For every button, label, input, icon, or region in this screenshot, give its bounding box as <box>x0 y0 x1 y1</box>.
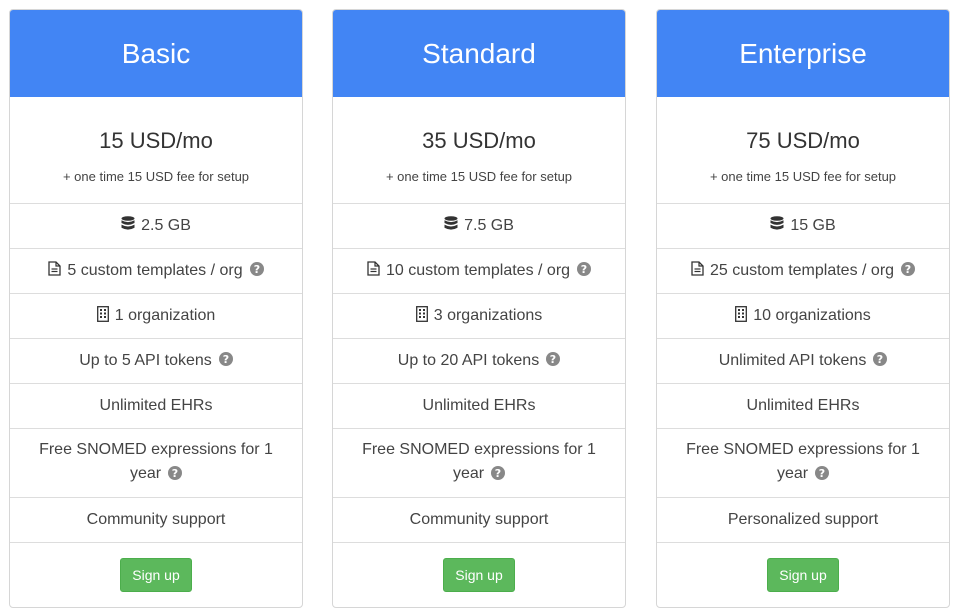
support-value: Community support <box>409 511 549 528</box>
snomed-row: Free SNOMED expressions for 1 year? <box>10 429 302 498</box>
svg-text:?: ? <box>550 353 556 366</box>
support-value: Personalized support <box>727 511 879 528</box>
file-text-icon <box>48 261 62 281</box>
svg-text:?: ? <box>172 467 178 480</box>
snomed-value: Free SNOMED expressions for 1 year <box>39 441 273 482</box>
organizations-row: 10 organizations <box>657 294 949 339</box>
plan-card-basic: Basic 15 USD/mo + one time 15 USD fee fo… <box>9 9 303 608</box>
question-circle-icon[interactable]: ? <box>249 261 264 281</box>
file-text-icon <box>691 261 704 281</box>
snomed-value: Free SNOMED expressions for 1 year <box>362 441 596 482</box>
snomed-row: Free SNOMED expressions for 1 year? <box>333 429 625 498</box>
organizations-value: 10 organizations <box>753 307 871 324</box>
templates-row: 10 custom templates / org ? <box>333 249 625 294</box>
svg-text:?: ? <box>253 263 259 276</box>
svg-text:?: ? <box>819 467 825 480</box>
ehrs-value: Unlimited EHRs <box>99 397 213 414</box>
question-circle-icon[interactable]: ? <box>901 261 916 281</box>
ehrs-row: Unlimited EHRs <box>333 384 625 429</box>
storage-value: 7.5 GB <box>464 217 514 234</box>
sign-up-button[interactable]: Sign up <box>443 558 515 592</box>
database-icon <box>770 216 784 236</box>
storage-row: 2.5 GB <box>10 204 302 249</box>
api-tokens-row: Unlimited API tokens ? <box>657 339 949 384</box>
question-circle-icon[interactable]: ? <box>168 464 183 488</box>
building-icon <box>96 305 109 327</box>
plan-card-enterprise: Enterprise 75 USD/mo + one time 15 USD f… <box>656 9 950 608</box>
plan-name: Basic <box>10 10 302 97</box>
svg-text:?: ? <box>581 263 587 276</box>
organizations-value: 1 organization <box>114 307 216 324</box>
svg-text:?: ? <box>905 263 911 276</box>
pricing-table: Basic 15 USD/mo + one time 15 USD fee fo… <box>0 0 960 616</box>
organizations-value: 3 organizations <box>433 307 543 324</box>
support-row: Community support <box>10 498 302 543</box>
setup-fee-note: + one time 15 USD fee for setup <box>709 169 897 184</box>
setup-fee-note: + one time 15 USD fee for setup <box>62 169 250 184</box>
database-icon <box>121 216 135 236</box>
templates-value: 25 custom templates / org <box>709 262 895 279</box>
templates-row: 5 custom templates / org ? <box>10 249 302 294</box>
storage-row: 7.5 GB <box>333 204 625 249</box>
ehrs-row: Unlimited EHRs <box>657 384 949 429</box>
storage-row: 15 GB <box>657 204 949 249</box>
api-tokens-value: Unlimited API tokens <box>718 352 867 369</box>
support-row: Personalized support <box>657 498 949 543</box>
plan-price: 75 USD/mo <box>746 128 860 153</box>
plan-card-standard: Standard 35 USD/mo + one time 15 USD fee… <box>332 9 626 608</box>
question-circle-icon[interactable]: ? <box>577 261 592 281</box>
organizations-row: 3 organizations <box>333 294 625 339</box>
file-text-icon <box>367 261 380 281</box>
question-circle-icon[interactable]: ? <box>491 464 506 488</box>
price-block: 75 USD/mo + one time 15 USD fee for setu… <box>657 97 949 204</box>
plan-name: Enterprise <box>657 10 949 97</box>
question-circle-icon[interactable]: ? <box>546 351 561 371</box>
building-icon <box>735 305 748 327</box>
api-tokens-row: Up to 20 API tokens ? <box>333 339 625 384</box>
svg-text:?: ? <box>877 353 883 366</box>
ehrs-value: Unlimited EHRs <box>422 397 536 414</box>
price-block: 35 USD/mo + one time 15 USD fee for setu… <box>333 97 625 204</box>
storage-value: 2.5 GB <box>141 217 191 234</box>
api-tokens-value: Up to 20 API tokens <box>397 352 540 369</box>
support-row: Community support <box>333 498 625 543</box>
building-icon <box>415 305 428 327</box>
plan-price: 15 USD/mo <box>99 128 213 153</box>
question-circle-icon[interactable]: ? <box>873 351 888 371</box>
support-value: Community support <box>86 511 226 528</box>
api-tokens-row: Up to 5 API tokens ? <box>10 339 302 384</box>
sign-up-button[interactable]: Sign up <box>767 558 839 592</box>
plan-footer: Sign up <box>333 543 625 607</box>
snomed-row: Free SNOMED expressions for 1 year? <box>657 429 949 498</box>
plan-price: 35 USD/mo <box>422 128 536 153</box>
api-tokens-value: Up to 5 API tokens <box>79 352 212 369</box>
plan-name: Standard <box>333 10 625 97</box>
storage-value: 15 GB <box>790 217 836 234</box>
svg-text:?: ? <box>223 353 229 366</box>
templates-value: 10 custom templates / org <box>385 262 571 279</box>
ehrs-row: Unlimited EHRs <box>10 384 302 429</box>
price-block: 15 USD/mo + one time 15 USD fee for setu… <box>10 97 302 204</box>
svg-text:?: ? <box>495 467 501 480</box>
plan-footer: Sign up <box>10 543 302 607</box>
templates-row: 25 custom templates / org ? <box>657 249 949 294</box>
templates-value: 5 custom templates / org <box>67 262 243 279</box>
question-circle-icon[interactable]: ? <box>218 351 233 371</box>
ehrs-value: Unlimited EHRs <box>746 397 860 414</box>
plan-footer: Sign up <box>657 543 949 607</box>
sign-up-button[interactable]: Sign up <box>120 558 192 592</box>
database-icon <box>444 216 458 236</box>
question-circle-icon[interactable]: ? <box>815 464 830 488</box>
snomed-value: Free SNOMED expressions for 1 year <box>686 441 920 482</box>
organizations-row: 1 organization <box>10 294 302 339</box>
setup-fee-note: + one time 15 USD fee for setup <box>385 169 573 184</box>
